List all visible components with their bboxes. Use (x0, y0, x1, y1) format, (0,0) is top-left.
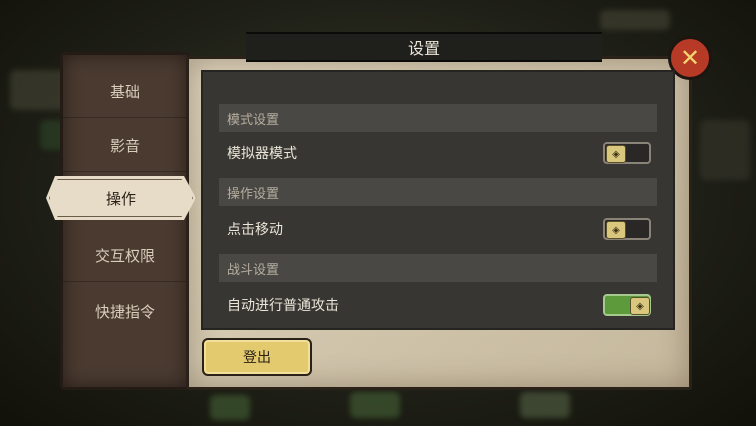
tab-controls[interactable]: 操作 (46, 176, 196, 220)
option-row-click-to-move: 点击移动 ◈ (227, 214, 651, 244)
section-title: 操作设置 (227, 186, 280, 202)
tab-label: 交互权限 (94, 246, 155, 265)
option-row-auto-attack: 自动进行普通攻击 ◈ (227, 290, 651, 320)
tab-audio-video[interactable]: 影音 (63, 119, 187, 172)
emulator-mode-toggle[interactable]: ◈ (603, 142, 651, 164)
settings-sidebar: 基础 影音 交互权限 快捷指令 (60, 52, 190, 390)
logout-label: 登出 (243, 350, 271, 366)
logout-button[interactable]: 登出 (202, 338, 312, 376)
option-label: 点击移动 (227, 222, 283, 238)
option-row-emulator-mode: 模拟器模式 ◈ (227, 138, 651, 168)
toggle-knob-icon: ◈ (630, 297, 650, 315)
section-header-mode: 模式设置 (219, 104, 657, 132)
click-to-move-toggle[interactable]: ◈ (603, 218, 651, 240)
option-label: 自动进行普通攻击 (227, 298, 339, 314)
settings-content: 模式设置 模拟器模式 ◈ 操作设置 点击移动 ◈ 战斗设置 自动进行普通攻击 ◈ (201, 70, 675, 330)
section-title: 战斗设置 (227, 262, 280, 278)
toggle-knob-icon: ◈ (606, 221, 626, 239)
toggle-knob-icon: ◈ (606, 145, 626, 163)
tab-label: 操作 (105, 189, 136, 208)
section-header-controls: 操作设置 (219, 178, 657, 206)
auto-attack-toggle[interactable]: ◈ (603, 294, 651, 316)
window-title: 设置 (407, 39, 440, 58)
close-x-icon: ✕ (679, 44, 701, 72)
tab-shortcuts[interactable]: 快捷指令 (63, 285, 187, 337)
section-header-combat: 战斗设置 (219, 254, 657, 282)
tab-label: 快捷指令 (94, 302, 155, 321)
window-title-bar: 设置 (246, 32, 602, 62)
section-title: 模式设置 (227, 112, 280, 128)
tab-label: 影音 (109, 136, 140, 155)
tab-basic[interactable]: 基础 (63, 65, 187, 118)
tab-interaction-permissions[interactable]: 交互权限 (63, 229, 187, 282)
option-label: 模拟器模式 (227, 146, 297, 162)
tab-label: 基础 (109, 82, 140, 101)
